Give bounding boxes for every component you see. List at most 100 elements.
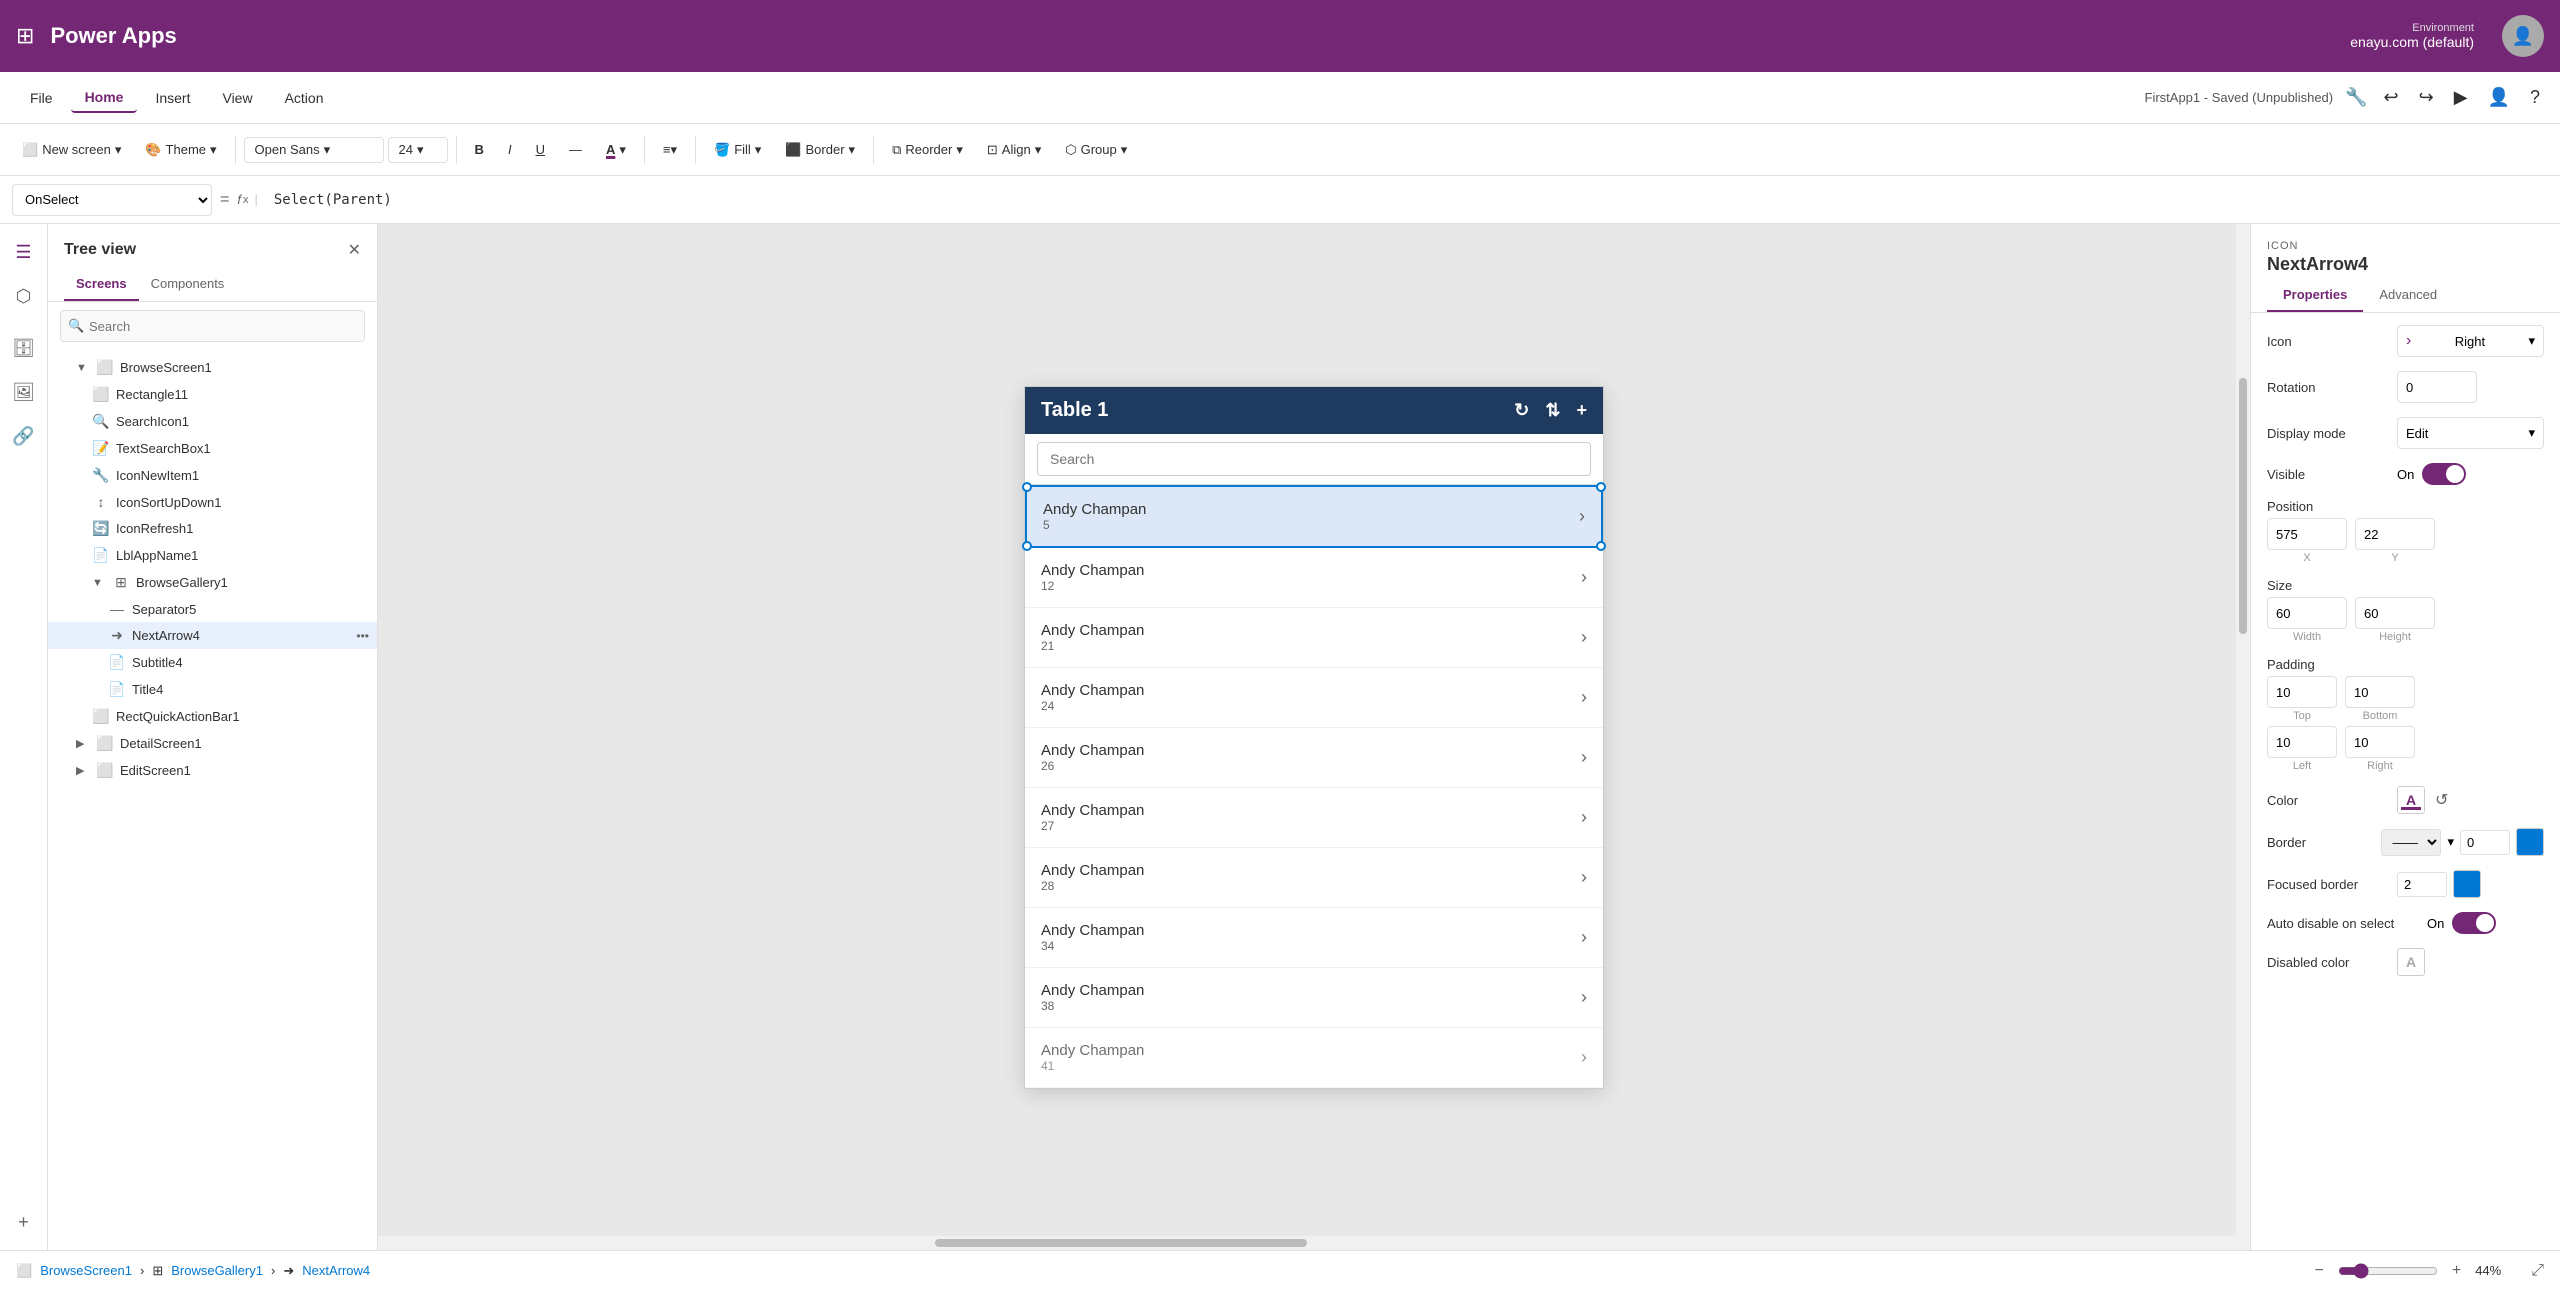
tab-components[interactable]: Components xyxy=(139,268,237,301)
rotation-input[interactable] xyxy=(2397,371,2477,403)
breadcrumb-gallery[interactable]: BrowseGallery1 xyxy=(171,1263,263,1278)
tree-item-rectangle11[interactable]: ⬜ Rectangle11 xyxy=(48,381,377,408)
breadcrumb-item[interactable]: NextArrow4 xyxy=(302,1263,370,1278)
focused-border-color-swatch[interactable] xyxy=(2453,870,2481,898)
fill-button[interactable]: 🪣 Fill ▾ xyxy=(704,138,771,162)
focused-border-width-input[interactable] xyxy=(2397,872,2447,897)
redo-icon[interactable]: ↪ xyxy=(2415,83,2438,112)
gallery-item-0[interactable]: Andy Champan 5 › xyxy=(1025,485,1603,548)
tree-item-iconsortupdown1[interactable]: ↕ IconSortUpDown1 xyxy=(48,489,377,515)
gallery-item-6[interactable]: Andy Champan 28 › xyxy=(1025,848,1603,908)
group-button[interactable]: ⬡ Group ▾ xyxy=(1055,138,1137,162)
gallery-item-8[interactable]: Andy Champan 38 › xyxy=(1025,968,1603,1028)
next-arrow-icon-2[interactable]: › xyxy=(1581,627,1587,648)
user-icon[interactable]: 👤 xyxy=(2484,83,2514,112)
next-arrow-icon-9[interactable]: › xyxy=(1581,1047,1587,1068)
gallery-item-9[interactable]: Andy Champan 41 › xyxy=(1025,1028,1603,1088)
tab-advanced[interactable]: Advanced xyxy=(2363,279,2453,312)
strikethrough-button[interactable]: — xyxy=(559,138,592,161)
padding-right-input[interactable] xyxy=(2345,726,2415,758)
next-arrow-icon-6[interactable]: › xyxy=(1581,867,1587,888)
sidebar-icon-components[interactable]: ⬡ xyxy=(4,276,44,316)
canvas-hscrollbar[interactable] xyxy=(378,1236,2236,1250)
menu-insert[interactable]: Insert xyxy=(141,84,204,112)
gallery-item-2[interactable]: Andy Champan 21 › xyxy=(1025,608,1603,668)
tree-item-lblappname1[interactable]: 📄 LblAppName1 xyxy=(48,542,377,569)
fit-screen-button[interactable]: ⤢ xyxy=(2531,1262,2544,1280)
tab-screens[interactable]: Screens xyxy=(64,268,139,301)
auto-disable-toggle[interactable] xyxy=(2452,912,2496,934)
disabled-color-swatch[interactable]: A xyxy=(2397,948,2425,976)
tree-item-iconnewitem1[interactable]: 🔧 IconNewItem1 xyxy=(48,462,377,489)
next-arrow-icon-1[interactable]: › xyxy=(1581,567,1587,588)
formula-input[interactable]: Select(Parent) xyxy=(266,192,2548,208)
tab-properties[interactable]: Properties xyxy=(2267,279,2363,312)
tree-item-nextarrow4[interactable]: ➜ NextArrow4 ••• xyxy=(48,622,377,649)
tree-item-searchicon1[interactable]: 🔍 SearchIcon1 xyxy=(48,408,377,435)
next-arrow-icon-4[interactable]: › xyxy=(1581,747,1587,768)
sort-icon-header[interactable]: ⇅ xyxy=(1545,400,1560,421)
new-screen-button[interactable]: ⬜ New screen ▾ xyxy=(12,138,131,162)
size-width-input[interactable] xyxy=(2267,597,2347,629)
tree-close-button[interactable]: ✕ xyxy=(348,240,361,260)
padding-top-input[interactable] xyxy=(2267,676,2337,708)
tree-item-rectquickactionbar1[interactable]: ⬜ RectQuickActionBar1 xyxy=(48,703,377,730)
padding-left-input[interactable] xyxy=(2267,726,2337,758)
border-button[interactable]: ⬛ Border ▾ xyxy=(775,138,865,162)
next-arrow-icon-3[interactable]: › xyxy=(1581,687,1587,708)
padding-bottom-input[interactable] xyxy=(2345,676,2415,708)
canvas-scrollbar[interactable] xyxy=(2236,224,2250,1250)
align-text-button[interactable]: ≡▾ xyxy=(653,138,687,162)
sidebar-icon-data[interactable]: 🗄 xyxy=(4,328,44,368)
tree-item-textsearchbox1[interactable]: 📝 TextSearchBox1 xyxy=(48,435,377,462)
help-icon[interactable]: ? xyxy=(2526,83,2544,112)
italic-button[interactable]: I xyxy=(498,138,522,161)
align-button[interactable]: ⊡ Align ▾ xyxy=(977,138,1051,162)
tree-item-detailscreen1[interactable]: ▶ ⬜ DetailScreen1 xyxy=(48,730,377,757)
reorder-button[interactable]: ⧉ Reorder ▾ xyxy=(882,138,973,162)
sidebar-icon-connections[interactable]: 🔗 xyxy=(4,416,44,456)
border-color-swatch[interactable] xyxy=(2516,828,2544,856)
menu-action[interactable]: Action xyxy=(271,84,338,112)
search-input[interactable] xyxy=(60,310,365,342)
icon-dropdown[interactable]: › Right ▾ xyxy=(2397,325,2544,357)
color-swatch-btn[interactable]: A xyxy=(2397,786,2425,814)
next-arrow-icon-5[interactable]: › xyxy=(1581,807,1587,828)
visible-toggle[interactable] xyxy=(2422,463,2466,485)
border-width-input[interactable] xyxy=(2460,830,2510,855)
tree-item-subtitle4[interactable]: 📄 Subtitle4 xyxy=(48,649,377,676)
next-arrow-icon-0[interactable]: › xyxy=(1579,506,1585,527)
size-height-input[interactable] xyxy=(2355,597,2435,629)
gallery-item-1[interactable]: Andy Champan 12 › xyxy=(1025,548,1603,608)
gallery-item-5[interactable]: Andy Champan 27 › xyxy=(1025,788,1603,848)
border-style-select[interactable]: —— xyxy=(2381,829,2441,856)
gallery-item-4[interactable]: Andy Champan 26 › xyxy=(1025,728,1603,788)
gallery-item-7[interactable]: Andy Champan 34 › xyxy=(1025,908,1603,968)
next-arrow-icon-7[interactable]: › xyxy=(1581,927,1587,948)
gallery-item-3[interactable]: Andy Champan 24 › xyxy=(1025,668,1603,728)
tree-item-editscreen1[interactable]: ▶ ⬜ EditScreen1 xyxy=(48,757,377,784)
sidebar-icon-media[interactable]: 🖼 xyxy=(4,372,44,412)
color-refresh-icon[interactable]: ↺ xyxy=(2435,790,2448,810)
bold-button[interactable]: B xyxy=(465,138,494,161)
tree-item-browsescreen[interactable]: ▼ ⬜ BrowseScreen1 xyxy=(48,354,377,381)
tree-item-title4[interactable]: 📄 Title4 xyxy=(48,676,377,703)
menu-home[interactable]: Home xyxy=(71,83,138,113)
display-mode-dropdown[interactable]: Edit ▾ xyxy=(2397,417,2544,449)
next-arrow-icon-8[interactable]: › xyxy=(1581,987,1587,1008)
avatar[interactable]: 👤 xyxy=(2502,15,2544,57)
breadcrumb-screen[interactable]: BrowseScreen1 xyxy=(40,1263,132,1278)
health-icon[interactable]: 🔧 xyxy=(2345,87,2367,108)
tree-item-browsegallery1[interactable]: ▼ ⊞ BrowseGallery1 xyxy=(48,569,377,596)
formula-property-select[interactable]: OnSelect xyxy=(12,184,212,216)
browse-search-input[interactable] xyxy=(1037,442,1591,476)
underline-button[interactable]: U xyxy=(526,138,555,161)
add-icon-header[interactable]: + xyxy=(1576,400,1587,421)
sidebar-icon-add[interactable]: + xyxy=(4,1202,44,1242)
theme-button[interactable]: 🎨 Theme ▾ xyxy=(135,138,226,162)
position-x-input[interactable] xyxy=(2267,518,2347,550)
menu-file[interactable]: File xyxy=(16,84,67,112)
refresh-icon-header[interactable]: ↻ xyxy=(1514,400,1529,421)
sidebar-icon-menu[interactable]: ☰ xyxy=(4,232,44,272)
undo-icon[interactable]: ↩ xyxy=(2380,83,2403,112)
